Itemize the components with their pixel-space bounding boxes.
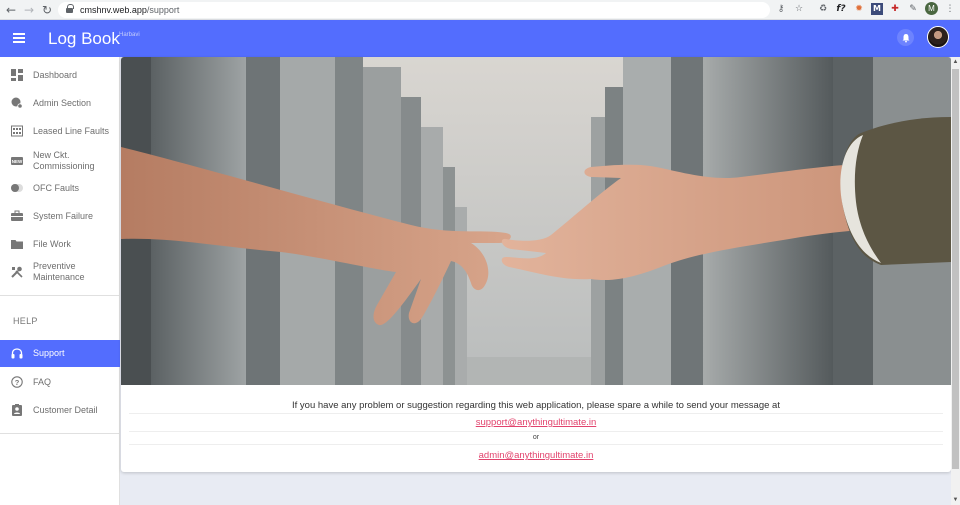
sidebar-item-preventive-maintenance[interactable]: Preventive Maintenance xyxy=(0,260,120,284)
support-message: If you have any problem or suggestion re… xyxy=(292,400,780,411)
sidebar-item-label: Customer Detail xyxy=(33,404,98,415)
key-icon[interactable]: ⚷ xyxy=(775,3,787,15)
address-bar[interactable]: cmshnv.web.app/support xyxy=(58,2,770,18)
sidebar-item-customer-detail[interactable]: Customer Detail xyxy=(0,403,120,417)
sidebar-item-faq[interactable]: ? FAQ xyxy=(0,375,120,389)
forward-icon[interactable]: → xyxy=(20,1,38,19)
support-card: If you have any problem or suggestion re… xyxy=(121,57,951,472)
or-text: or xyxy=(532,434,540,441)
sidebar-item-dashboard[interactable]: Dashboard xyxy=(0,68,120,82)
divider xyxy=(129,413,943,414)
support-email-link-wrap: support@anythingultimate.in xyxy=(121,417,951,428)
divider xyxy=(129,444,943,445)
notification-bell-icon[interactable] xyxy=(897,29,914,46)
profile-avatar[interactable]: M xyxy=(925,2,938,15)
sidebar-item-admin-section[interactable]: Admin Section xyxy=(0,96,120,110)
app-subtitle: Harbavi xyxy=(119,32,140,38)
folder-icon xyxy=(11,240,23,249)
sidebar-item-label: Dashboard xyxy=(33,69,78,80)
sidebar: Dashboard Admin Section Leased Line Faul… xyxy=(0,57,120,505)
svg-text:?: ? xyxy=(15,378,20,387)
sidebar-divider xyxy=(0,433,120,434)
lock-icon[interactable] xyxy=(66,4,74,14)
sidebar-item-label: OFC Faults xyxy=(33,182,80,193)
admin-email-link[interactable]: admin@anythingultimate.in xyxy=(479,450,594,461)
admin-icon xyxy=(11,97,23,109)
hero-image xyxy=(121,57,951,385)
more-vert-icon[interactable]: ⋮ xyxy=(944,3,956,15)
app-bar: Log Book Harbavi xyxy=(0,20,960,57)
page-scrollbar[interactable]: ▲ ▼ xyxy=(951,57,960,505)
admin-email-link-wrap: admin@anythingultimate.in xyxy=(121,450,951,461)
menu-icon[interactable] xyxy=(13,33,25,43)
sidebar-item-leased-line-faults[interactable]: Leased Line Faults xyxy=(0,124,120,138)
extension-icon[interactable]: ✹ xyxy=(853,3,865,15)
building-icon xyxy=(11,125,23,137)
extension-red-icon[interactable]: ✚ xyxy=(889,3,901,15)
browser-actions: ⚷ ☆ ♻ f? ✹ M ✚ ✎ M ⋮ xyxy=(775,2,956,15)
help-circle-icon: ? xyxy=(11,376,23,388)
toggle-icon xyxy=(11,184,23,192)
scroll-down-arrow-icon[interactable]: ▼ xyxy=(952,496,959,504)
url-text: cmshnv.web.app/support xyxy=(80,5,180,15)
sidebar-item-file-work[interactable]: File Work xyxy=(0,237,120,251)
sidebar-divider xyxy=(0,295,120,296)
sidebar-item-ofc-faults[interactable]: OFC Faults xyxy=(0,181,120,195)
scroll-thumb[interactable] xyxy=(952,69,959,469)
sidebar-section-help: HELP xyxy=(13,316,38,326)
sidebar-item-label: Leased Line Faults xyxy=(33,125,110,136)
briefcase-icon xyxy=(11,210,23,221)
sidebar-item-new-ckt-commissioning[interactable]: NEW New Ckt. Commissioning xyxy=(0,149,120,173)
user-avatar[interactable] xyxy=(927,26,949,48)
sidebar-item-label: New Ckt. Commissioning xyxy=(33,150,95,171)
sidebar-item-support[interactable]: Support xyxy=(0,340,120,367)
formula-icon[interactable]: f? xyxy=(835,3,847,15)
puzzle-icon[interactable]: ✎ xyxy=(907,3,919,15)
sidebar-item-system-failure[interactable]: System Failure xyxy=(0,209,120,223)
browser-toolbar: ← → ↻ cmshnv.web.app/support ⚷ ☆ ♻ f? ✹ … xyxy=(0,0,960,20)
app-title: Log Book xyxy=(48,29,120,48)
new-icon: NEW xyxy=(11,157,23,165)
sidebar-item-label: Admin Section xyxy=(33,97,92,108)
sidebar-item-label: Support xyxy=(33,348,65,358)
dashboard-icon xyxy=(11,69,23,81)
support-email-link[interactable]: support@anythingultimate.in xyxy=(476,417,597,428)
reload-icon[interactable]: ↻ xyxy=(38,1,56,19)
m-icon[interactable]: M xyxy=(871,2,883,15)
sidebar-item-label: File Work xyxy=(33,238,71,249)
svg-text:NEW: NEW xyxy=(12,159,23,164)
sidebar-item-label: Preventive Maintenance xyxy=(33,261,85,282)
scroll-up-arrow-icon[interactable]: ▲ xyxy=(952,58,959,66)
back-icon[interactable]: ← xyxy=(2,1,20,19)
star-icon[interactable]: ☆ xyxy=(793,3,805,15)
sidebar-item-label: FAQ xyxy=(33,376,52,387)
sidebar-item-label: System Failure xyxy=(33,210,94,221)
tools-icon xyxy=(11,266,23,278)
divider xyxy=(129,431,943,432)
contact-icon xyxy=(12,404,22,416)
headset-icon xyxy=(11,347,23,358)
recycle-icon[interactable]: ♻ xyxy=(817,3,829,15)
